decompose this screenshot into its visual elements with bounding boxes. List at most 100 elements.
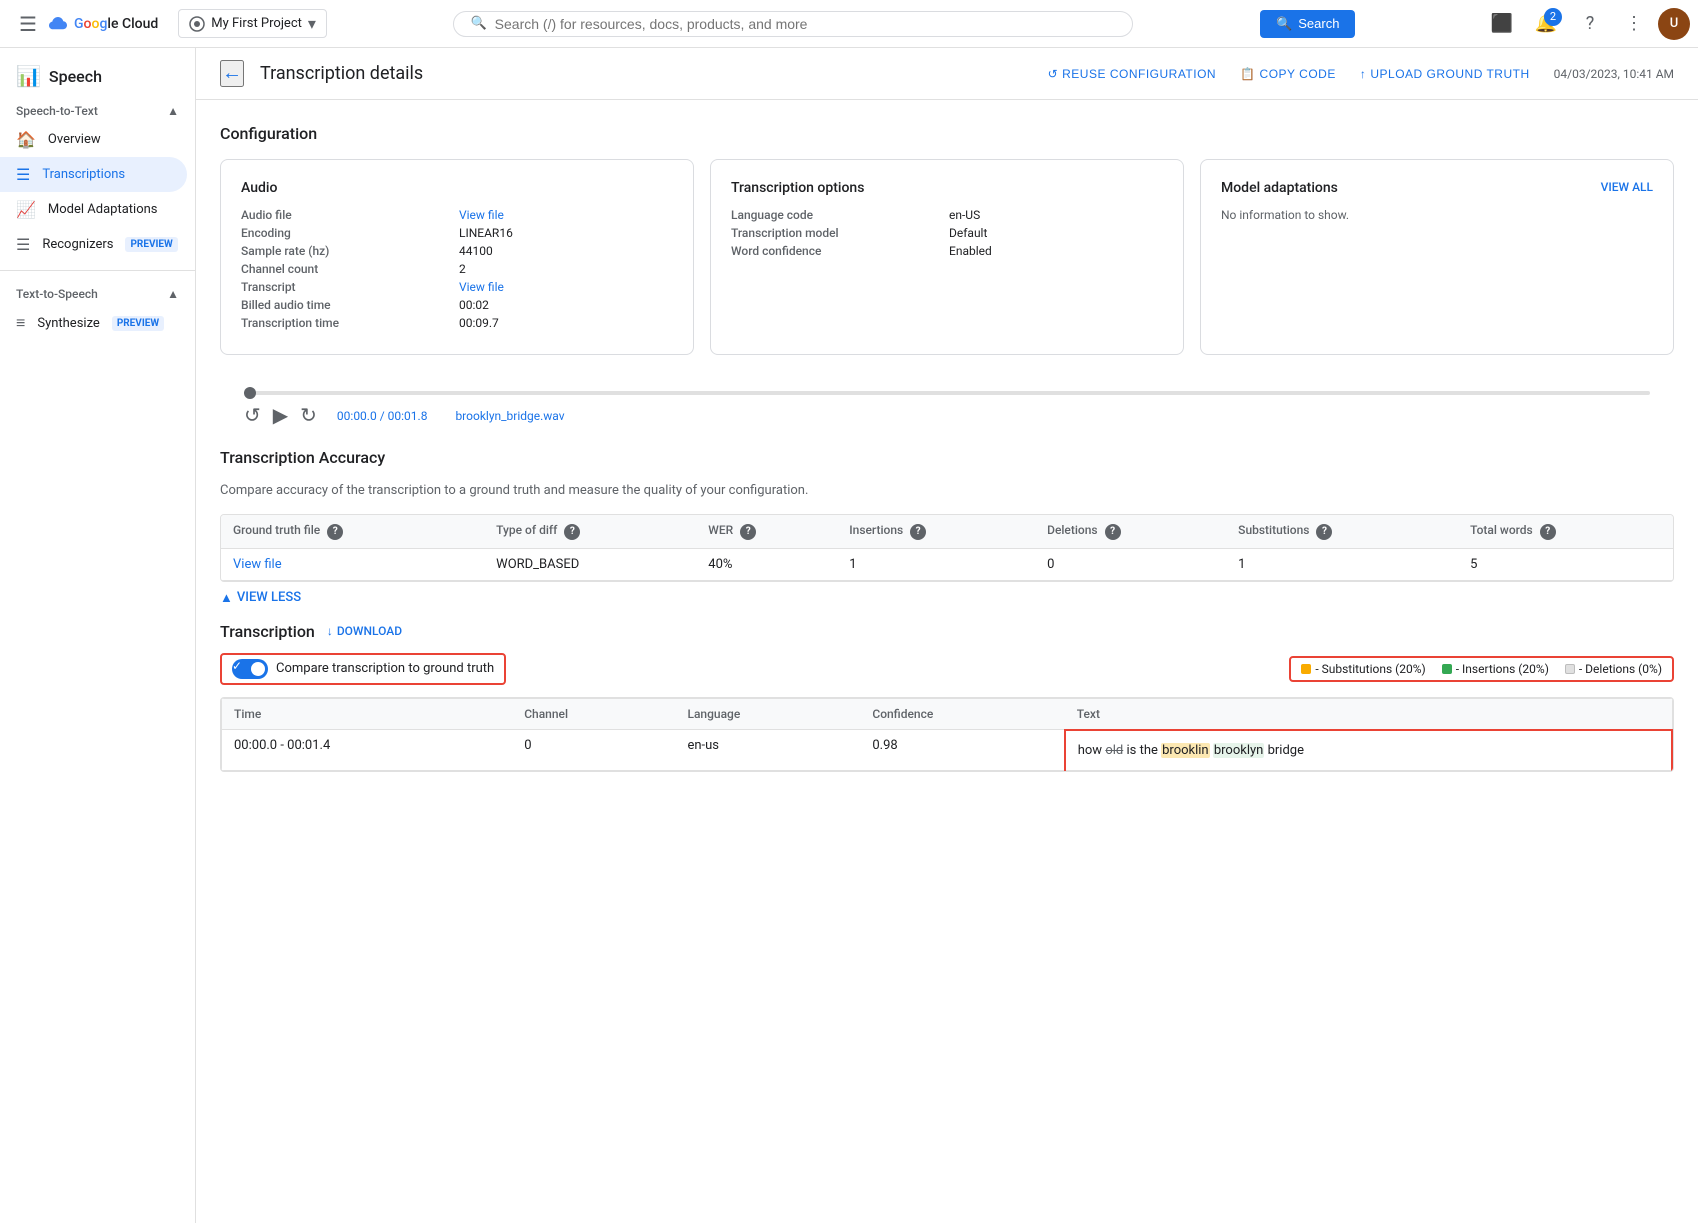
reuse-config-button[interactable]: ↺ REUSE CONFIGURATION bbox=[1040, 61, 1225, 87]
back-button[interactable]: ← bbox=[220, 60, 244, 87]
configuration-title: Configuration bbox=[220, 124, 1674, 143]
copy-code-button[interactable]: 📋 COPY CODE bbox=[1232, 61, 1344, 87]
help-button[interactable]: ? bbox=[1570, 4, 1610, 44]
transcription-accuracy-section: Transcription Accuracy Compare accuracy … bbox=[220, 448, 1674, 606]
sidebar-item-synthesize[interactable]: ≡ Synthesize PREVIEW bbox=[0, 305, 187, 341]
fast-forward-button[interactable]: ↻ bbox=[300, 403, 317, 428]
deletions-help-icon[interactable]: ? bbox=[1105, 524, 1121, 540]
col-substitutions: Substitutions ? bbox=[1226, 515, 1458, 548]
accuracy-table-row: View file WORD_BASED 40% 1 0 1 5 bbox=[221, 548, 1673, 580]
topbar: ☰ Google Cloud My First Project ▾ 🔍 🔍 Se… bbox=[0, 0, 1698, 48]
sidebar: 📊 Speech Speech-to-Text ▲ 🏠 Overview ☰ T… bbox=[0, 48, 196, 1223]
speech-icon: 📊 bbox=[16, 64, 41, 88]
notification-count: 2 bbox=[1544, 8, 1562, 26]
product-header: 📊 Speech bbox=[0, 56, 195, 96]
recognizer-icon: ☰ bbox=[16, 235, 30, 254]
col-total-words: Total words ? bbox=[1458, 515, 1673, 548]
accuracy-insertions-cell: 1 bbox=[837, 548, 1035, 580]
compare-area: ✓ Compare transcription to ground truth … bbox=[220, 653, 1674, 685]
accuracy-total-words-cell: 5 bbox=[1458, 548, 1673, 580]
legend-area: - Substitutions (20%) - Insertions (20%)… bbox=[1289, 656, 1674, 682]
trans-text-cell: how old is the brooklin brooklyn bridge bbox=[1065, 730, 1672, 771]
stt-section-header[interactable]: Speech-to-Text ▲ bbox=[0, 96, 195, 122]
chevron-down-icon: ▾ bbox=[308, 14, 316, 33]
menu-icon: ☰ bbox=[19, 12, 37, 36]
transcription-section: Transcription ↓ DOWNLOAD ✓ Compare trans… bbox=[220, 622, 1674, 772]
home-icon: 🏠 bbox=[16, 130, 36, 149]
sidebar-item-transcriptions[interactable]: ☰ Transcriptions bbox=[0, 157, 187, 192]
accuracy-type-of-diff-cell: WORD_BASED bbox=[484, 548, 696, 580]
trans-channel-cell: 0 bbox=[512, 730, 675, 771]
word-old-deletion: old bbox=[1105, 743, 1123, 758]
insertions-help-icon[interactable]: ? bbox=[910, 524, 926, 540]
rewind-button[interactable]: ↺ bbox=[244, 403, 261, 428]
encoding-row: Encoding LINEAR16 bbox=[241, 226, 673, 240]
transcription-title: Transcription bbox=[220, 622, 315, 641]
accuracy-wer-cell: 40% bbox=[696, 548, 837, 580]
compare-toggle-label: Compare transcription to ground truth bbox=[276, 661, 494, 676]
deletions-dot bbox=[1565, 664, 1575, 674]
search-icon: 🔍 bbox=[470, 16, 486, 31]
audio-card: Audio Audio file View file Encoding LINE… bbox=[220, 159, 694, 355]
search-input[interactable] bbox=[495, 16, 1117, 32]
legend-deletions: - Deletions (0%) bbox=[1565, 662, 1662, 676]
view-less-button[interactable]: ▲ VIEW LESS bbox=[220, 590, 1674, 606]
wer-help-icon[interactable]: ? bbox=[740, 524, 756, 540]
type-of-diff-help-icon[interactable]: ? bbox=[564, 524, 580, 540]
audio-filename-link[interactable]: brooklyn_bridge.wav bbox=[455, 409, 564, 423]
help-icon: ? bbox=[1586, 13, 1595, 34]
substitutions-help-icon[interactable]: ? bbox=[1316, 524, 1332, 540]
list-icon: ☰ bbox=[16, 165, 30, 184]
audio-progress-bar[interactable] bbox=[244, 391, 1650, 395]
trans-options-title: Transcription options bbox=[731, 180, 1163, 196]
notifications-button[interactable]: 🔔 2 bbox=[1526, 4, 1566, 44]
accuracy-table: Ground truth file ? Type of diff ? WER ?… bbox=[221, 515, 1673, 581]
transcript-link[interactable]: View file bbox=[459, 280, 673, 294]
sidebar-item-model-adaptations[interactable]: 📈 Model Adaptations bbox=[0, 192, 187, 227]
compare-toggle[interactable]: ✓ bbox=[232, 659, 268, 679]
screen-share-icon: ⬛ bbox=[1491, 13, 1513, 34]
search-bar: 🔍 bbox=[453, 11, 1133, 37]
accuracy-title: Transcription Accuracy bbox=[220, 448, 1674, 467]
timestamp: 04/03/2023, 10:41 AM bbox=[1554, 67, 1674, 81]
accuracy-description: Compare accuracy of the transcription to… bbox=[220, 483, 1674, 498]
sidebar-divider bbox=[0, 270, 195, 271]
chevron-up-icon: ▲ bbox=[167, 104, 179, 118]
model-adaptations-card: Model adaptations VIEW ALL No informatio… bbox=[1200, 159, 1674, 355]
audio-progress-dot bbox=[244, 387, 256, 399]
user-avatar[interactable]: U bbox=[1658, 8, 1690, 40]
audio-file-link[interactable]: View file bbox=[459, 208, 673, 222]
trans-text-content: how old is the brooklin brooklyn bridge bbox=[1078, 739, 1659, 762]
sidebar-item-label: Model Adaptations bbox=[48, 202, 158, 217]
view-all-link[interactable]: VIEW ALL bbox=[1601, 180, 1653, 194]
ground-truth-help-icon[interactable]: ? bbox=[327, 524, 343, 540]
word-brooklyn-insertion: brooklyn bbox=[1213, 743, 1265, 758]
total-words-help-icon[interactable]: ? bbox=[1540, 524, 1556, 540]
logo-text: Google Cloud bbox=[74, 16, 158, 32]
audio-card-title: Audio bbox=[241, 180, 673, 196]
config-cards: Audio Audio file View file Encoding LINE… bbox=[220, 159, 1674, 355]
sidebar-item-label: Synthesize bbox=[37, 316, 99, 331]
word-is-the: is the bbox=[1126, 743, 1161, 758]
legend-substitutions: - Substitutions (20%) bbox=[1301, 662, 1425, 676]
sidebar-item-label: Recognizers bbox=[42, 237, 113, 252]
sidebar-item-overview[interactable]: 🏠 Overview bbox=[0, 122, 187, 157]
trans-table-header-row: Time Channel Language Confidence Text bbox=[222, 698, 1673, 730]
screen-share-button[interactable]: ⬛ bbox=[1482, 4, 1522, 44]
chevron-up-icon: ▲ bbox=[220, 590, 233, 606]
menu-button[interactable]: ☰ bbox=[8, 4, 48, 44]
legend-insertions: - Insertions (20%) bbox=[1442, 662, 1549, 676]
substitutions-dot bbox=[1301, 664, 1311, 674]
download-button[interactable]: ↓ DOWNLOAD bbox=[327, 624, 402, 638]
sidebar-item-recognizers[interactable]: ☰ Recognizers PREVIEW bbox=[0, 227, 187, 262]
project-selector[interactable]: My First Project ▾ bbox=[178, 9, 327, 38]
search-button[interactable]: 🔍 Search bbox=[1260, 10, 1355, 38]
no-info-text: No information to show. bbox=[1221, 208, 1653, 222]
play-button[interactable]: ▶ bbox=[273, 403, 288, 428]
col-type-of-diff: Type of diff ? bbox=[484, 515, 696, 548]
tts-section-header[interactable]: Text-to-Speech ▲ bbox=[0, 279, 195, 305]
content-area: Configuration Audio Audio file View file… bbox=[196, 100, 1698, 796]
view-file-link[interactable]: View file bbox=[233, 557, 282, 572]
more-options-button[interactable]: ⋮ bbox=[1614, 4, 1654, 44]
upload-ground-truth-button[interactable]: ↑ UPLOAD GROUND TRUTH bbox=[1352, 61, 1538, 87]
